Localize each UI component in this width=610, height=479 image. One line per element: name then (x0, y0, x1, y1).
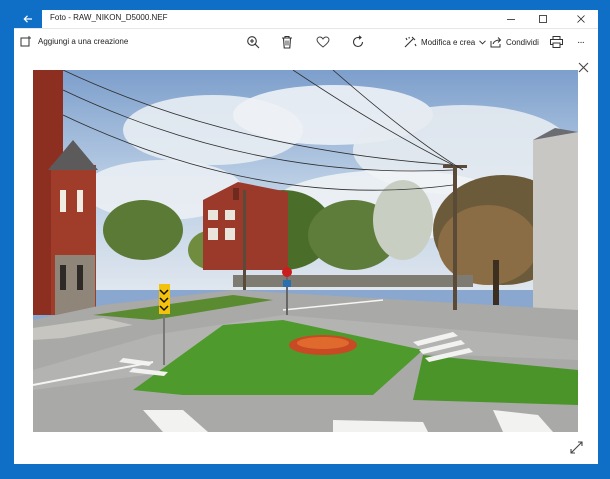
delete-button[interactable] (279, 34, 295, 50)
close-viewer-icon (578, 62, 589, 73)
share-button[interactable]: Condividi (490, 35, 539, 49)
edit-create-button[interactable]: Modifica e crea (404, 35, 487, 49)
expand-icon (569, 440, 583, 454)
expand-button[interactable] (568, 439, 584, 455)
rotate-icon (351, 35, 365, 49)
zoom-button[interactable] (245, 34, 261, 50)
app-toolbar: Aggiungi a una creazione Modifica e crea… (14, 29, 598, 55)
photos-app-window: Foto - RAW_NIKON_D5000.NEF Aggiungi a un… (14, 10, 598, 464)
chevron-down-icon (479, 39, 487, 45)
edit-create-icon (404, 36, 417, 48)
favorite-button[interactable] (315, 34, 331, 50)
minimize-button[interactable] (498, 10, 524, 28)
title-bar: Foto - RAW_NIKON_D5000.NEF (14, 10, 598, 29)
close-window-button[interactable] (568, 10, 594, 28)
maximize-button[interactable] (530, 10, 556, 28)
favorite-heart-icon (316, 36, 330, 48)
print-button[interactable] (548, 34, 564, 50)
photo-viewport[interactable] (33, 70, 578, 432)
back-arrow-icon (23, 14, 33, 24)
add-to-creation-label: Aggiungi a una creazione (38, 36, 129, 46)
share-label: Condividi (506, 37, 539, 47)
rotate-button[interactable] (350, 34, 366, 50)
close-viewer-button[interactable] (576, 60, 590, 74)
zoom-in-icon (246, 35, 260, 49)
more-options-button[interactable]: ··· (577, 35, 585, 49)
add-to-creation-icon (20, 35, 32, 47)
edit-create-label: Modifica e crea (421, 37, 476, 47)
share-icon (490, 36, 502, 48)
add-to-creation-button[interactable]: Aggiungi a una creazione (20, 35, 128, 47)
window-title: Foto - RAW_NIKON_D5000.NEF (50, 13, 168, 22)
back-button[interactable] (14, 10, 42, 28)
delete-icon (281, 35, 293, 49)
print-icon (549, 36, 563, 48)
